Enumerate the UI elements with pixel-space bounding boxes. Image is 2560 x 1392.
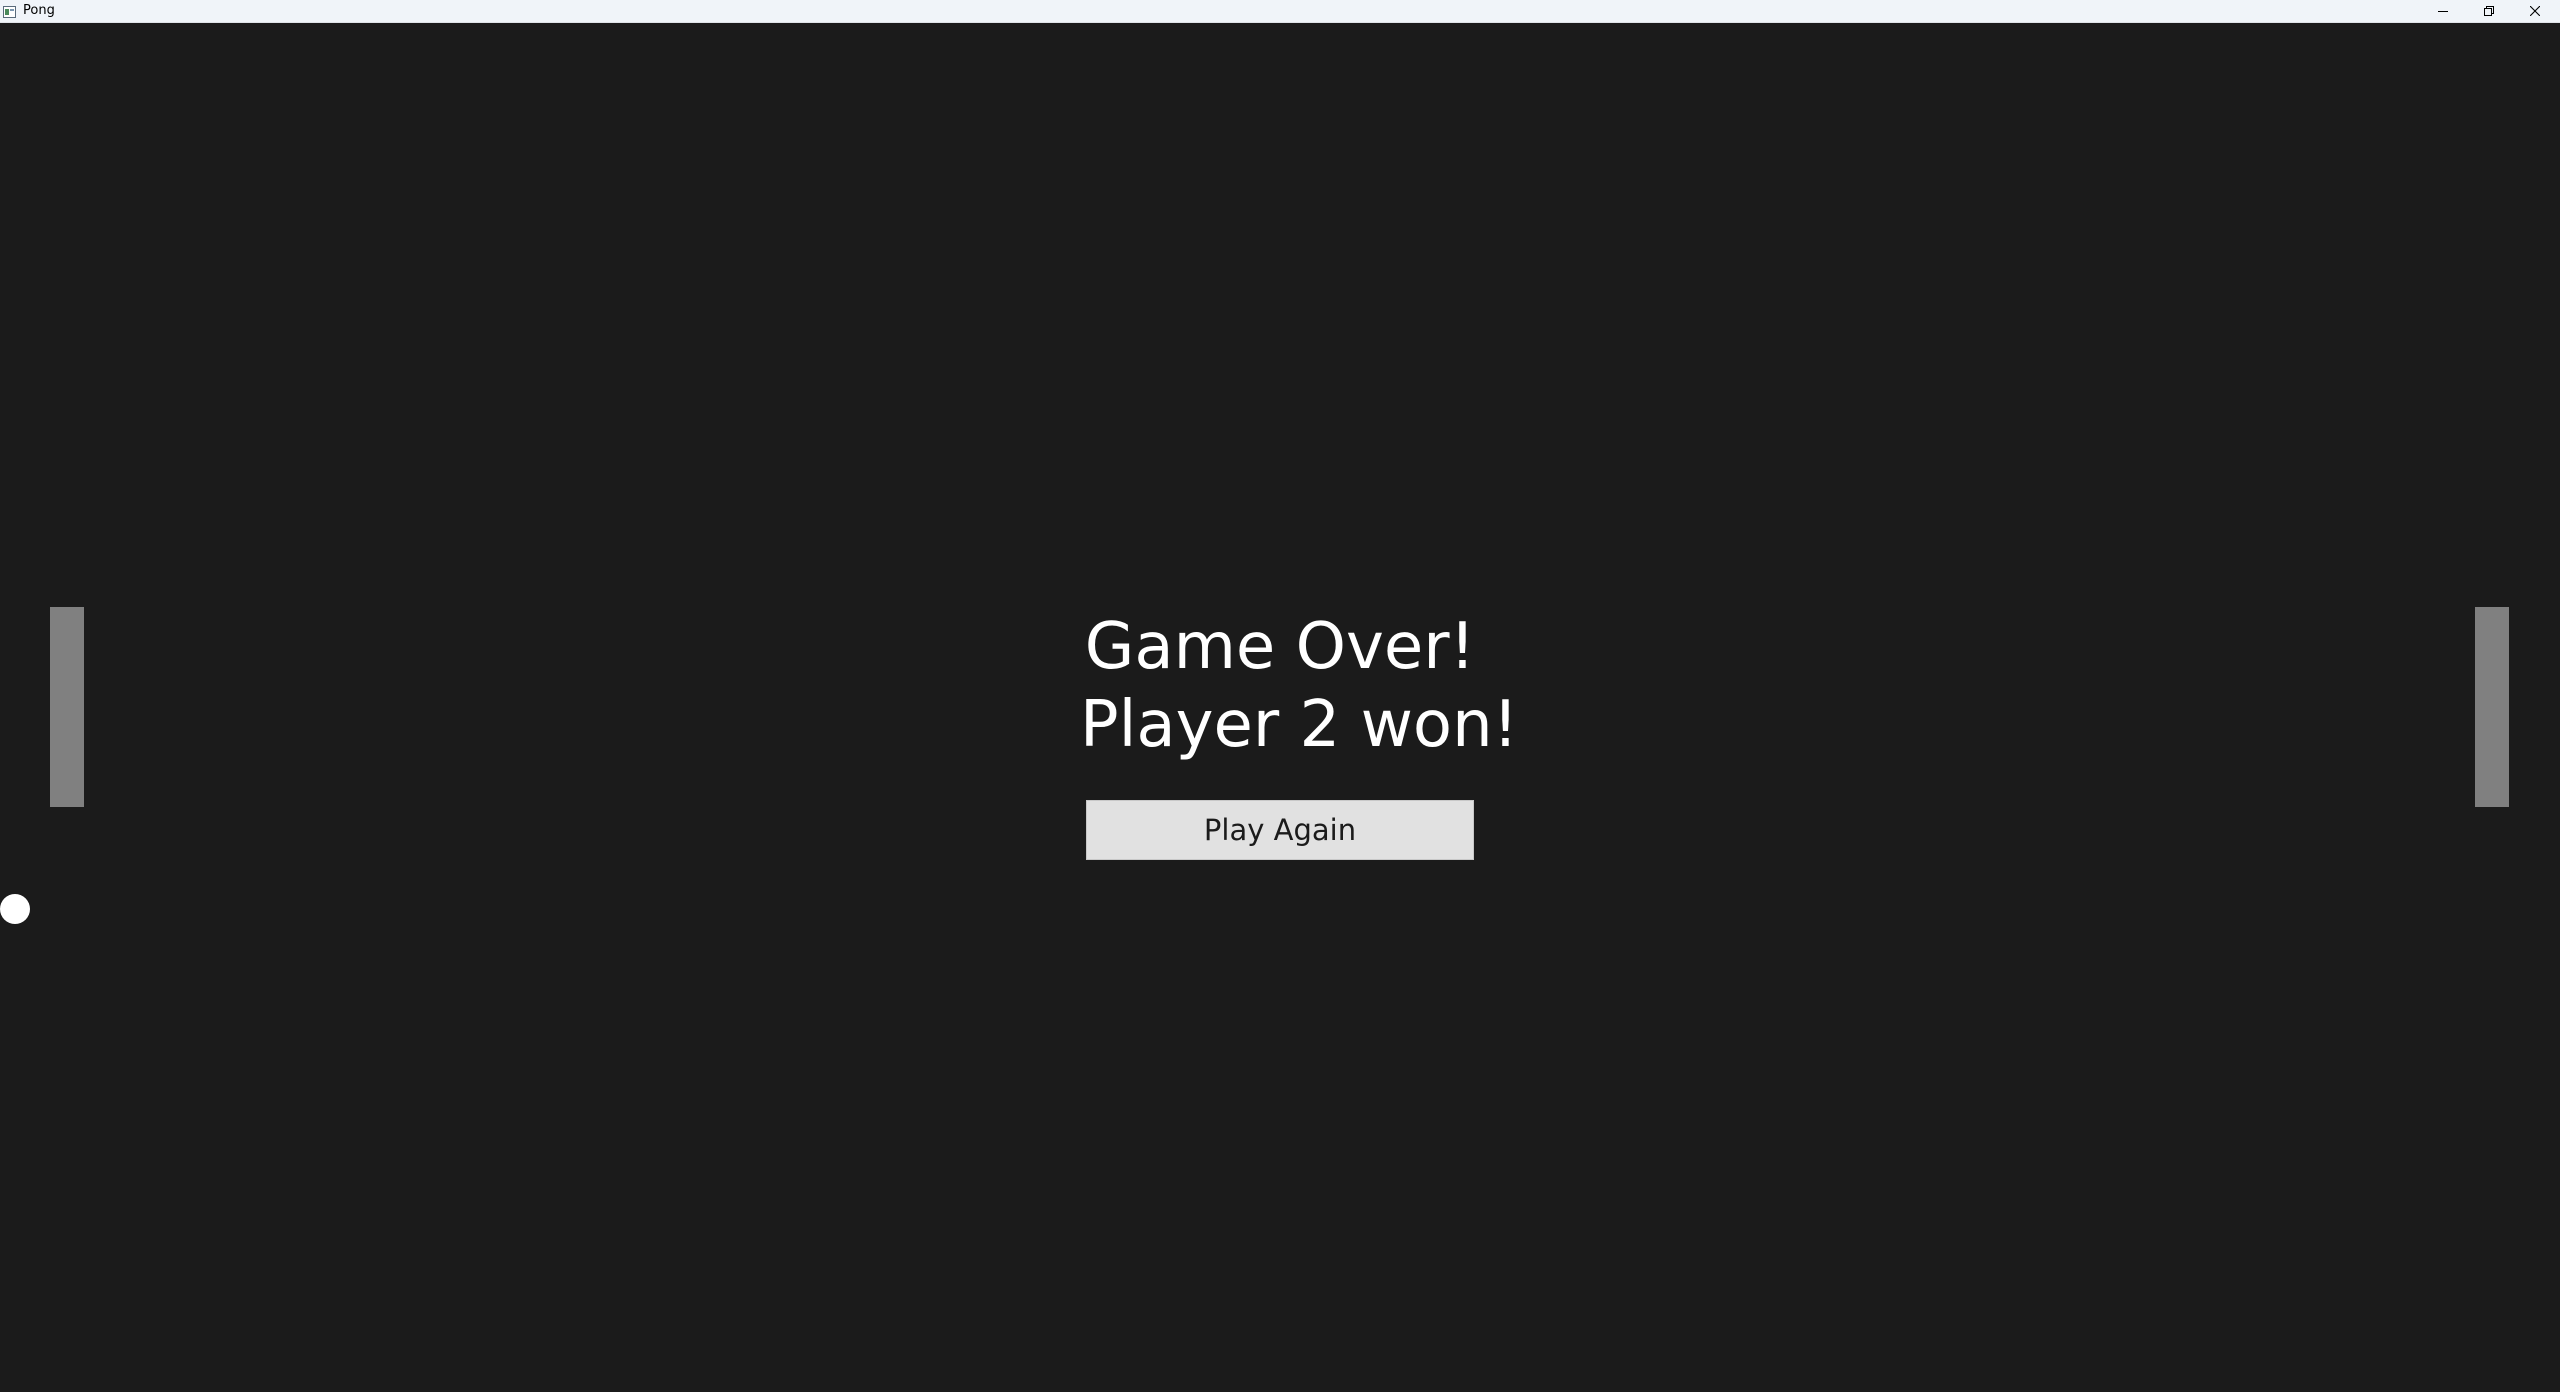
minimize-button[interactable]: [2420, 0, 2466, 22]
minimize-icon: [2438, 6, 2448, 16]
game-over-message: Game Over! Player 2 won!: [1080, 608, 1519, 764]
restore-button[interactable]: [2466, 0, 2512, 22]
game-over-title: Game Over!: [1084, 610, 1476, 684]
ball: [0, 894, 30, 924]
title-bar[interactable]: Pong: [0, 0, 2560, 23]
right-paddle: [2475, 607, 2509, 807]
pong-window: Pong Game Over! Player 2 won! Play Again: [0, 0, 2560, 1392]
winner-text: Player 2 won!: [1080, 688, 1519, 762]
close-icon: [2530, 6, 2540, 16]
left-paddle: [50, 607, 84, 807]
window-title: Pong: [23, 3, 55, 18]
play-again-button[interactable]: Play Again: [1086, 800, 1474, 860]
close-button[interactable]: [2512, 0, 2558, 22]
restore-icon: [2484, 6, 2494, 16]
app-icon: [3, 4, 17, 18]
